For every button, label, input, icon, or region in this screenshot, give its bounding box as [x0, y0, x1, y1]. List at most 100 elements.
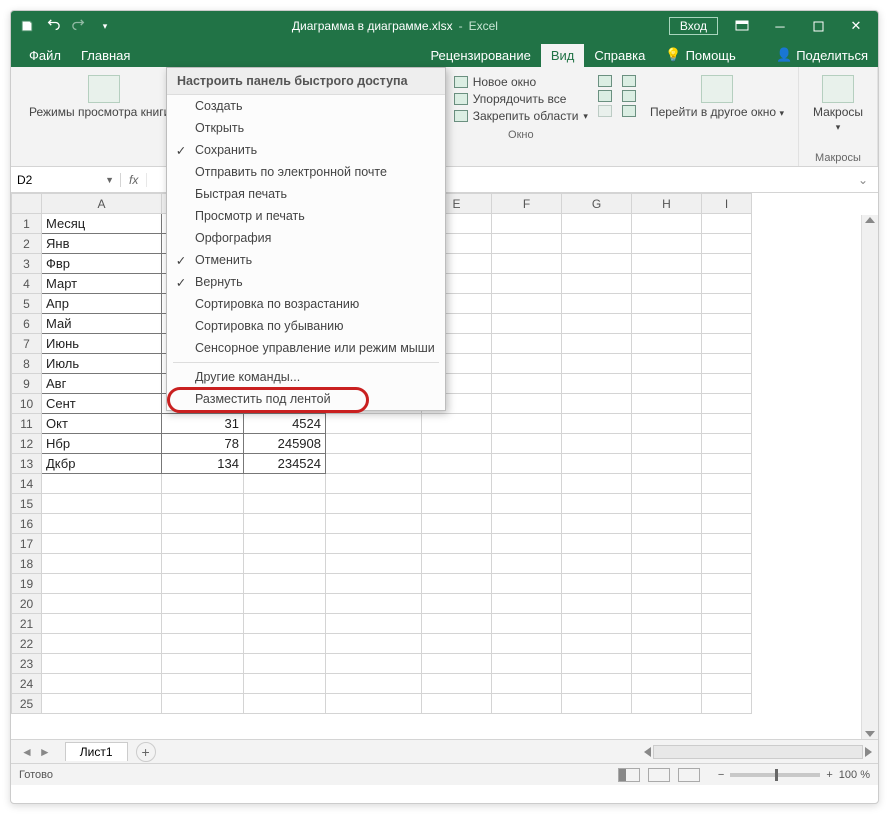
cell[interactable]	[702, 574, 752, 594]
cell[interactable]	[702, 654, 752, 674]
ribbon-display-icon[interactable]	[724, 12, 760, 40]
cell[interactable]	[562, 574, 632, 594]
cell[interactable]: Янв	[42, 234, 162, 254]
cell[interactable]	[702, 674, 752, 694]
cell[interactable]	[632, 674, 702, 694]
cell[interactable]	[562, 474, 632, 494]
tab-view[interactable]: Вид	[541, 44, 585, 67]
cell[interactable]	[422, 674, 492, 694]
menu-show-below-ribbon[interactable]: Разместить под лентой	[167, 388, 445, 410]
cell[interactable]	[632, 614, 702, 634]
cell[interactable]	[326, 574, 422, 594]
row-header[interactable]: 19	[12, 574, 42, 594]
row-header[interactable]: 4	[12, 274, 42, 294]
cell[interactable]	[326, 694, 422, 714]
cell[interactable]	[492, 334, 562, 354]
cell[interactable]	[492, 554, 562, 574]
cell[interactable]	[702, 354, 752, 374]
switch-windows-button[interactable]: Перейти в другое окно ▾	[644, 71, 790, 123]
menu-item[interactable]: Просмотр и печать	[167, 205, 445, 227]
cell[interactable]	[162, 534, 244, 554]
new-sheet-button[interactable]: +	[136, 742, 156, 762]
col-header[interactable]: F	[492, 194, 562, 214]
reset-pos-button[interactable]	[622, 105, 636, 117]
login-button[interactable]: Вход	[669, 17, 718, 35]
cell[interactable]	[422, 634, 492, 654]
cell[interactable]	[562, 634, 632, 654]
menu-item[interactable]: Открыть	[167, 117, 445, 139]
cell[interactable]	[162, 594, 244, 614]
cell[interactable]	[42, 514, 162, 534]
cell[interactable]	[244, 614, 326, 634]
cell[interactable]	[702, 514, 752, 534]
select-all-cell[interactable]	[12, 194, 42, 214]
cell[interactable]	[702, 534, 752, 554]
expand-formula-bar-icon[interactable]: ⌄	[854, 173, 878, 187]
menu-item[interactable]: Быстрая печать	[167, 183, 445, 205]
cell[interactable]	[632, 654, 702, 674]
row-header[interactable]: 20	[12, 594, 42, 614]
row-header[interactable]: 3	[12, 254, 42, 274]
cell[interactable]	[492, 214, 562, 234]
row-header[interactable]: 8	[12, 354, 42, 374]
cell[interactable]: Июнь	[42, 334, 162, 354]
maximize-button[interactable]	[800, 12, 836, 40]
cell[interactable]	[326, 454, 422, 474]
cell[interactable]	[702, 694, 752, 714]
cell[interactable]	[702, 294, 752, 314]
cell[interactable]	[562, 614, 632, 634]
cell[interactable]	[702, 394, 752, 414]
cell[interactable]	[162, 554, 244, 574]
cell[interactable]	[326, 514, 422, 534]
cell[interactable]	[492, 634, 562, 654]
cell[interactable]	[162, 474, 244, 494]
cell[interactable]	[492, 434, 562, 454]
normal-view-icon[interactable]	[618, 768, 640, 782]
cell[interactable]	[562, 314, 632, 334]
cell[interactable]	[562, 514, 632, 534]
cell[interactable]	[162, 494, 244, 514]
cell[interactable]	[632, 554, 702, 574]
cell[interactable]	[492, 574, 562, 594]
cell[interactable]	[162, 674, 244, 694]
cell[interactable]	[422, 454, 492, 474]
cell[interactable]	[632, 514, 702, 534]
cell[interactable]	[702, 494, 752, 514]
cell[interactable]	[632, 534, 702, 554]
cell[interactable]	[702, 454, 752, 474]
cell[interactable]	[422, 694, 492, 714]
cell[interactable]: Месяц	[42, 214, 162, 234]
cell[interactable]	[632, 274, 702, 294]
horizontal-scrollbar[interactable]	[644, 745, 878, 759]
cell[interactable]	[244, 474, 326, 494]
tab-help[interactable]: Справка	[584, 44, 655, 67]
arrange-all-button[interactable]: Упорядочить все	[454, 92, 588, 106]
cell[interactable]	[422, 614, 492, 634]
cell[interactable]	[42, 694, 162, 714]
split-button[interactable]	[598, 75, 612, 87]
cell[interactable]	[702, 274, 752, 294]
cell[interactable]: Апр	[42, 294, 162, 314]
cell[interactable]	[422, 494, 492, 514]
cell[interactable]	[632, 634, 702, 654]
menu-item[interactable]: Создать	[167, 95, 445, 117]
cell[interactable]	[42, 674, 162, 694]
cell[interactable]	[162, 654, 244, 674]
cell[interactable]	[422, 654, 492, 674]
row-header[interactable]: 21	[12, 614, 42, 634]
sheet-tab[interactable]: Лист1	[65, 742, 128, 761]
cell[interactable]	[492, 614, 562, 634]
cell[interactable]	[422, 574, 492, 594]
cell[interactable]	[42, 494, 162, 514]
share-button[interactable]: 👤Поделиться	[766, 43, 878, 67]
cell[interactable]	[492, 534, 562, 554]
cell[interactable]	[702, 254, 752, 274]
cell[interactable]	[244, 634, 326, 654]
cell[interactable]	[42, 534, 162, 554]
row-header[interactable]: 23	[12, 654, 42, 674]
menu-item[interactable]: ✓Вернуть	[167, 271, 445, 293]
row-header[interactable]: 24	[12, 674, 42, 694]
cell[interactable]	[422, 554, 492, 574]
tab-nav-next-icon[interactable]: ►	[39, 745, 51, 759]
cell[interactable]	[42, 594, 162, 614]
